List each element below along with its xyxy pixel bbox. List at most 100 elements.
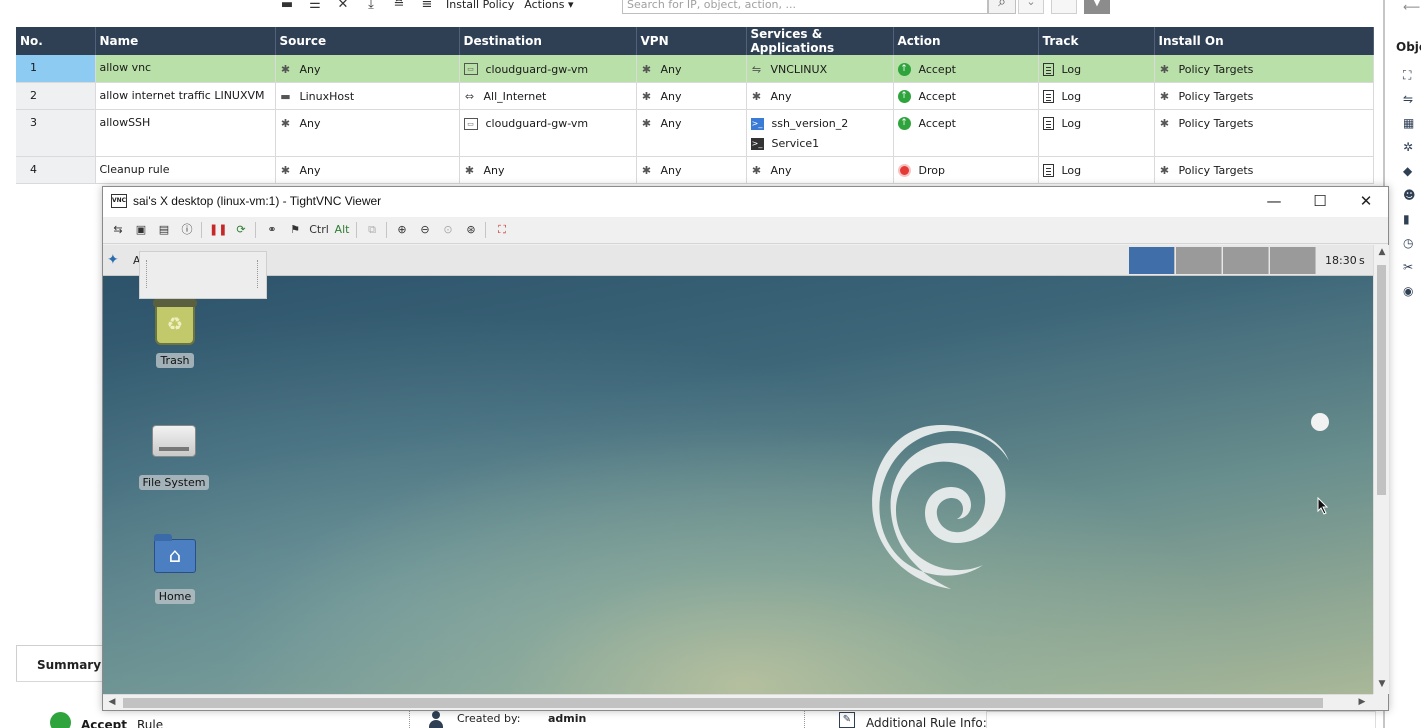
column-header-track[interactable]: Track: [1038, 27, 1155, 55]
rule-name[interactable]: allow vnc: [95, 55, 276, 83]
rule-track[interactable]: Log: [1038, 156, 1155, 184]
maximize-icon[interactable]: ☐: [1297, 187, 1343, 217]
column-header-vpn[interactable]: VPN: [636, 27, 747, 55]
applications-icon[interactable]: ▦: [1403, 116, 1421, 130]
rule-action[interactable]: ↑ Accept: [893, 55, 1039, 83]
chevron-up-icon[interactable]: ⌃: [1051, 0, 1077, 14]
scroll-left-icon[interactable]: ◀: [105, 697, 119, 707]
rule-vpn[interactable]: ✱ Any: [636, 156, 747, 184]
collapse-icon[interactable]: ⤓: [362, 0, 380, 11]
column-header-no[interactable]: No.: [16, 27, 96, 55]
rule-action[interactable]: ↑ Accept: [893, 82, 1039, 110]
actions-menu-button[interactable]: Actions ▾: [524, 0, 573, 10]
options-icon[interactable]: ▤: [155, 221, 173, 239]
remote-desktop-screen[interactable]: ✦ A 18:30 s Trash File System Home: [103, 245, 1373, 694]
column-header-name[interactable]: Name: [95, 27, 276, 55]
rule-vpn[interactable]: ✱ Any: [636, 109, 747, 157]
rule-source[interactable]: ✱ Any: [275, 109, 460, 157]
clipboard-icon[interactable]: ⧉: [363, 221, 381, 239]
horizontal-scrollbar[interactable]: ◀ ▶: [103, 694, 1373, 710]
column-header-services[interactable]: Services & Applications: [746, 27, 894, 55]
table-row[interactable]: 4 Cleanup rule ✱ Any ✱ Any ✱ Any ✱ Any Drop …: [16, 156, 1374, 184]
rule-vpn[interactable]: ✱ Any: [636, 55, 747, 83]
tab-summary[interactable]: Summary: [16, 645, 108, 681]
policy-search-input[interactable]: Search for IP, object, action, ...: [622, 0, 988, 14]
rule-source[interactable]: ✱ Any: [275, 55, 460, 83]
add-rule-below-icon[interactable]: ☰: [306, 0, 324, 11]
connection-info-icon[interactable]: ⓘ: [178, 221, 196, 239]
new-connection-icon[interactable]: ⇆: [109, 221, 127, 239]
rule-services[interactable]: ⇋ VNCLINUX: [746, 55, 894, 83]
time-objects-icon[interactable]: ◷: [1403, 236, 1421, 250]
column-header-destination[interactable]: Destination: [459, 27, 637, 55]
rule-install-on[interactable]: ✱ Policy Targets: [1154, 156, 1374, 184]
rule-track[interactable]: Log: [1038, 55, 1155, 83]
close-icon[interactable]: ✕: [1343, 187, 1389, 217]
table-row[interactable]: 1 allow vnc ✱ Any ▭ cloudguard-gw-vm ✱ Any …: [16, 55, 1374, 83]
rule-name[interactable]: Cleanup rule: [95, 156, 276, 184]
refresh-icon[interactable]: ⟳: [232, 221, 250, 239]
workspace-4[interactable]: [1270, 247, 1316, 274]
rule-name[interactable]: allowSSH: [95, 109, 276, 157]
chevron-down-icon[interactable]: ⌄: [1018, 0, 1044, 14]
remove-rule-icon[interactable]: ▬: [278, 0, 296, 11]
rule-action[interactable]: ↑ Accept: [893, 109, 1039, 157]
vertical-scroll-thumb[interactable]: [1377, 265, 1386, 495]
rule-destination[interactable]: ✱ Any: [459, 156, 637, 184]
window-titlebar[interactable]: VNC sai's X desktop (linux-vm:1) - Tight…: [103, 187, 1388, 217]
search-icon[interactable]: ⌕: [988, 0, 1016, 14]
zoom-out-icon[interactable]: ⊖: [416, 221, 434, 239]
scroll-right-icon[interactable]: ▶: [1355, 697, 1369, 707]
rule-install-on[interactable]: ✱ Policy Targets: [1154, 55, 1374, 83]
delete-icon[interactable]: ✕: [334, 0, 352, 11]
rule-destination[interactable]: ▭ cloudguard-gw-vm: [459, 109, 637, 157]
rule-action[interactable]: Drop: [893, 156, 1039, 184]
fullscreen-icon[interactable]: ⛶: [493, 221, 511, 239]
rule-track[interactable]: Log: [1038, 82, 1155, 110]
servers-icon[interactable]: ▮: [1403, 212, 1421, 226]
table-row[interactable]: 3 allowSSH ✱ Any ▭ cloudguard-gw-vm ✱ Any >…: [16, 109, 1374, 157]
back-arrow-icon[interactable]: ⟵: [1403, 0, 1420, 14]
rule-install-on[interactable]: ✱ Policy Targets: [1154, 109, 1374, 157]
limits-icon[interactable]: ◉: [1403, 284, 1421, 298]
rule-services[interactable]: >_ ssh_version_2 >_ Service1: [746, 109, 894, 157]
ctrl-key-button[interactable]: Ctrl: [308, 221, 330, 239]
rule-services[interactable]: ✱ Any: [746, 156, 894, 184]
filter-icon[interactable]: ▼: [1084, 0, 1110, 14]
rule-vpn[interactable]: ✱ Any: [636, 82, 747, 110]
list-options-icon[interactable]: ≡: [418, 0, 436, 11]
desktop-icon-home[interactable]: Home: [135, 533, 215, 604]
workspace-3[interactable]: [1223, 247, 1269, 274]
column-header-source[interactable]: Source: [275, 27, 460, 55]
vertical-scrollbar[interactable]: ▲ ▼: [1373, 245, 1389, 694]
services-icon[interactable]: ⇋: [1403, 92, 1421, 106]
table-row[interactable]: 2 allow internet traffic LINUXVM ▬ LinuxH…: [16, 82, 1374, 110]
save-icon[interactable]: ▣: [132, 221, 150, 239]
xfce-menu-icon[interactable]: ✦: [107, 251, 131, 269]
column-header-install-on[interactable]: Install On: [1154, 27, 1374, 55]
data-types-icon[interactable]: ◆: [1403, 164, 1421, 178]
users-icon[interactable]: ☻: [1403, 188, 1421, 202]
zoom-auto-icon[interactable]: ⊛: [462, 221, 480, 239]
win-key-icon[interactable]: ⚑: [286, 221, 304, 239]
additional-rule-info-field[interactable]: [986, 711, 1376, 728]
rule-install-on[interactable]: ✱ Policy Targets: [1154, 82, 1374, 110]
pause-icon[interactable]: ❚❚: [209, 221, 227, 239]
vpn-communities-icon[interactable]: ✲: [1403, 140, 1421, 154]
panel-clock[interactable]: 18:30: [1325, 254, 1357, 267]
horizontal-scroll-thumb[interactable]: [123, 698, 1323, 708]
scroll-up-icon[interactable]: ▲: [1375, 247, 1389, 257]
install-policy-button[interactable]: Install Policy: [446, 0, 514, 10]
alt-key-button[interactable]: Alt: [332, 221, 352, 239]
ctrl-alt-del-icon[interactable]: ⚭: [263, 221, 281, 239]
rule-track[interactable]: Log: [1038, 109, 1155, 157]
minimize-icon[interactable]: —: [1251, 187, 1297, 217]
rule-services[interactable]: ✱ Any: [746, 82, 894, 110]
upgradeable-icon[interactable]: ✂: [1403, 260, 1421, 274]
column-header-action[interactable]: Action: [893, 27, 1039, 55]
desktop-icon-trash[interactable]: Trash: [135, 299, 215, 368]
panel-user[interactable]: s: [1359, 254, 1365, 267]
rule-destination[interactable]: ▭ cloudguard-gw-vm: [459, 55, 637, 83]
rule-destination[interactable]: ⇔ All_Internet: [459, 82, 637, 110]
scroll-down-icon[interactable]: ▼: [1375, 679, 1389, 689]
